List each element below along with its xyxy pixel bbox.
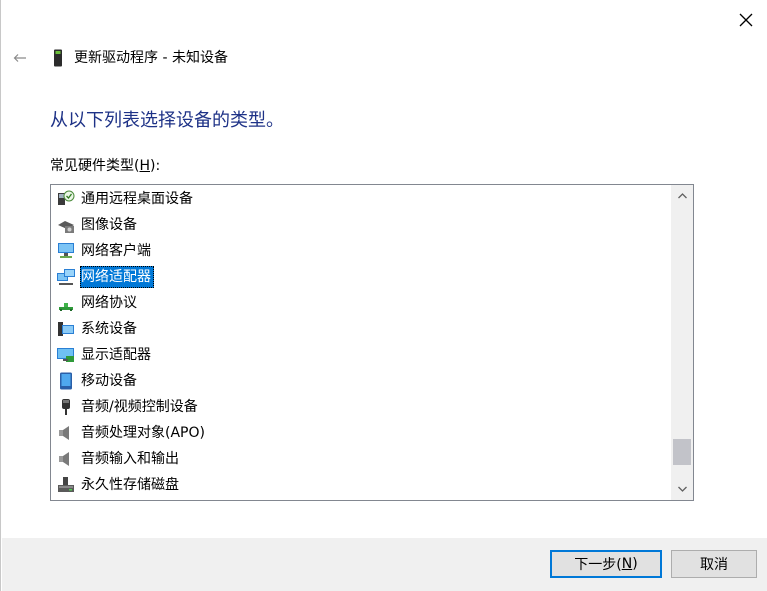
hardware-types-list[interactable]: 通用远程桌面设备 图像设备 网络客户端 网络适配器 网络协议 系统设备 显示适配… [50,184,694,501]
chevron-down-icon [677,486,687,492]
next-accelerator: N [621,556,633,572]
imaging-device-icon [57,216,75,234]
mobile-device-icon [57,372,75,390]
speaker-icon [57,424,75,442]
close-button[interactable] [729,6,763,34]
label-accelerator: H [139,158,150,174]
list-item-label: 网络协议 [81,295,137,311]
list-item-label: 通用远程桌面设备 [81,191,193,207]
close-icon [739,13,753,27]
scroll-down-button[interactable] [671,478,693,500]
audio-video-control-icon [57,398,75,416]
list-item[interactable]: 系统设备 [57,316,140,342]
next-button[interactable]: 下一步(N) [550,550,662,578]
label-suffix: ): [150,158,161,174]
page-heading: 从以下列表选择设备的类型。 [50,110,284,131]
network-adapter-icon [57,268,75,286]
back-arrow-icon [13,54,26,62]
cancel-button[interactable]: 取消 [671,550,757,578]
list-item[interactable]: 网络协议 [57,290,140,316]
list-item-label: 音频处理对象(APO) [81,425,205,441]
display-adapter-icon [57,346,75,364]
list-item[interactable]: 音频输入和输出 [57,446,182,472]
dialog-title: 更新驱动程序 - 未知设备 [74,50,228,66]
remote-desktop-icon [57,190,75,208]
scroll-thumb[interactable] [673,439,691,465]
list-item-label: 系统设备 [81,321,137,337]
list-item-label: 移动设备 [81,373,137,389]
dialog-footer: 下一步(N) 取消 [2,538,767,591]
hardware-types-label: 常见硬件类型(H): [50,156,160,176]
next-label-prefix: 下一步( [574,557,622,573]
list-item-label: 网络客户端 [81,243,151,259]
list-item[interactable]: 显示适配器 [57,342,154,368]
list-item[interactable]: 音频处理对象(APO) [57,420,208,446]
speaker-icon [57,450,75,468]
list-item-label: 网络适配器 [80,266,154,288]
vertical-scrollbar[interactable] [671,185,693,500]
list-item-label: 音频/视频控制设备 [81,399,198,415]
list-item-selected[interactable]: 网络适配器 [57,264,154,290]
system-device-icon [57,320,75,338]
list-item[interactable]: 图像设备 [57,212,140,238]
list-item-label: 永久性存储磁盘 [81,477,179,493]
list-item[interactable]: 通用远程桌面设备 [57,186,196,212]
list-item-label: 显示适配器 [81,347,151,363]
update-driver-dialog: 更新驱动程序 - 未知设备 从以下列表选择设备的类型。 常见硬件类型(H): 通… [0,0,767,591]
network-protocol-icon [57,294,75,312]
label-prefix: 常见硬件类型( [50,158,140,174]
list-item-label: 图像设备 [81,217,137,233]
list-item[interactable]: 永久性存储磁盘 [57,472,182,498]
list-item[interactable]: 移动设备 [57,368,140,394]
next-label-suffix: ) [632,556,638,572]
list-item[interactable]: 音频/视频控制设备 [57,394,201,420]
list-item[interactable]: 网络客户端 [57,238,154,264]
scroll-up-button[interactable] [671,185,693,207]
storage-disk-icon [57,476,75,494]
chevron-up-icon [677,193,687,199]
back-button[interactable] [9,46,31,70]
list-item-label: 音频输入和输出 [81,451,179,467]
network-client-icon [57,242,75,260]
device-icon [54,49,62,67]
